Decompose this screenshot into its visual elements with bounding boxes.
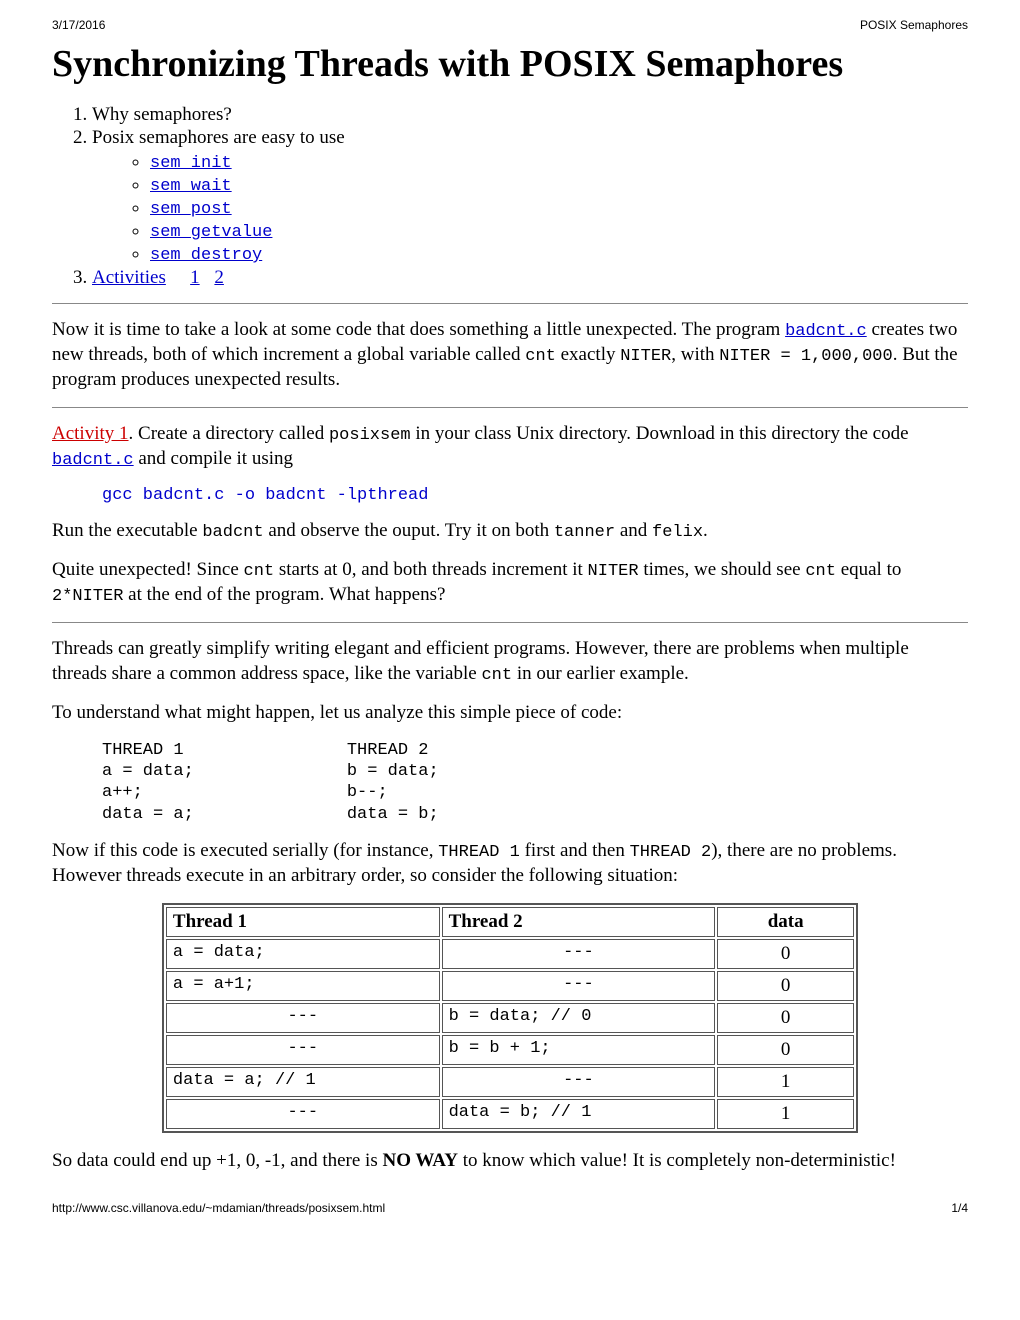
print-footer: http://www.csc.villanova.edu/~mdamian/th… [52,1201,968,1215]
cell-data: 0 [717,939,854,969]
threads-paragraph: Threads can greatly simplify writing ele… [52,637,968,687]
header-date: 3/17/2016 [52,18,105,32]
link-activities[interactable]: Activities [92,267,166,288]
link-sem-destroy[interactable]: sem_destroy [150,246,262,265]
footer-page: 1/4 [951,1201,968,1215]
outline-item-3: Activities 1 2 [92,267,968,289]
page-title: Synchronizing Threads with POSIX Semapho… [52,42,968,86]
cell-thread2: --- [442,939,716,969]
cell-thread1: data = a; // 1 [166,1067,440,1097]
link-activity-1[interactable]: 1 [190,267,200,288]
table-row: ---b = b + 1;0 [166,1035,854,1065]
cell-data: 1 [717,1099,854,1129]
cell-thread1: a = data; [166,939,440,969]
link-sem-init[interactable]: sem_init [150,154,232,173]
table-row: ---b = data; // 00 [166,1003,854,1033]
cell-thread2: b = data; // 0 [442,1003,716,1033]
cell-data: 0 [717,1035,854,1065]
gcc-command: gcc badcnt.c -o badcnt -lpthread [102,486,968,505]
cell-thread2: --- [442,971,716,1001]
link-activity-2[interactable]: 2 [214,267,224,288]
cell-thread1: --- [166,1003,440,1033]
outline-list: Why semaphores? Posix semaphores are eas… [52,104,968,289]
cell-thread2: data = b; // 1 [442,1099,716,1129]
outline-item-1: Why semaphores? [92,104,968,126]
link-badcnt-c-1[interactable]: badcnt.c [785,322,867,341]
thread-interleave-table: Thread 1 Thread 2 data a = data;---0a = … [162,903,858,1133]
table-row: a = a+1;---0 [166,971,854,1001]
cell-thread1: a = a+1; [166,971,440,1001]
cell-thread1: --- [166,1099,440,1129]
intro-paragraph: Now it is time to take a look at some co… [52,318,968,393]
unexpected-paragraph: Quite unexpected! Since cnt starts at 0,… [52,558,968,608]
table-header-row: Thread 1 Thread 2 data [166,907,854,937]
col-data: data [717,907,854,937]
table-row: a = data;---0 [166,939,854,969]
no-way-bold: NO WAY [382,1150,458,1171]
table-row: ---data = b; // 11 [166,1099,854,1129]
outline-sublist: sem_init sem_wait sem_post sem_getvalue … [92,151,968,265]
cell-data: 1 [717,1067,854,1097]
link-sem-getvalue[interactable]: sem_getvalue [150,223,272,242]
thread-code-block: THREAD 1 THREAD 2 a = data; b = data; a+… [102,740,968,825]
conclusion-paragraph: So data could end up +1, 0, -1, and ther… [52,1149,968,1174]
divider [52,622,968,623]
cell-thread2: --- [442,1067,716,1097]
understand-paragraph: To understand what might happen, let us … [52,701,968,726]
divider [52,303,968,304]
col-thread1: Thread 1 [166,907,440,937]
print-header: 3/17/2016 POSIX Semaphores [52,18,968,32]
cell-data: 0 [717,1003,854,1033]
header-title: POSIX Semaphores [860,18,968,32]
col-thread2: Thread 2 [442,907,716,937]
activity-1-label: Activity 1 [52,423,129,444]
run-paragraph: Run the executable badcnt and observe th… [52,519,968,544]
activity-1-paragraph: Activity 1. Create a directory called po… [52,422,968,472]
link-badcnt-c-2[interactable]: badcnt.c [52,451,134,470]
serial-paragraph: Now if this code is executed serially (f… [52,839,968,889]
cell-thread2: b = b + 1; [442,1035,716,1065]
link-sem-post[interactable]: sem_post [150,200,232,219]
cell-data: 0 [717,971,854,1001]
cell-thread1: --- [166,1035,440,1065]
table-row: data = a; // 1---1 [166,1067,854,1097]
divider [52,407,968,408]
link-sem-wait[interactable]: sem_wait [150,177,232,196]
footer-url: http://www.csc.villanova.edu/~mdamian/th… [52,1201,385,1215]
outline-item-2: Posix semaphores are easy to use sem_ini… [92,127,968,265]
